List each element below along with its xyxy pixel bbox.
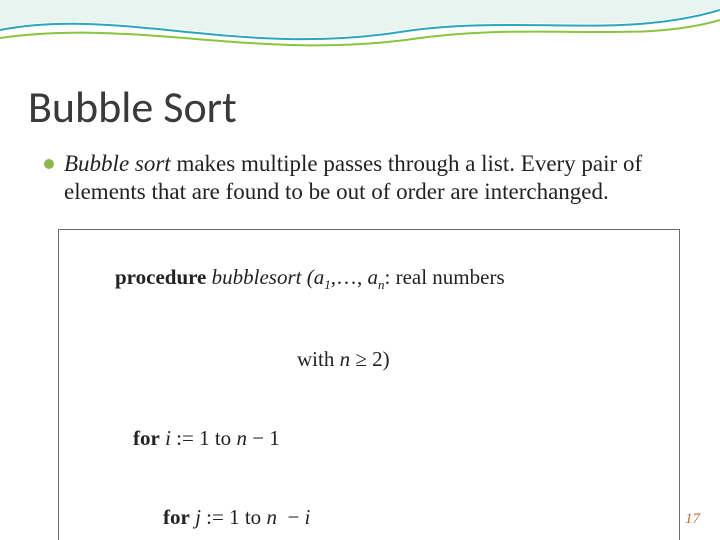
algo-line-1: procedure bubblesort (a1,…, an: real num… bbox=[73, 238, 665, 320]
f2-n: n bbox=[266, 505, 277, 529]
algo-name: bubblesort ( bbox=[206, 265, 313, 289]
arg-an: a bbox=[367, 265, 378, 289]
kw-for-2: for bbox=[163, 505, 190, 529]
slide-body: Bubble sort makes multiple passes throug… bbox=[44, 150, 680, 540]
f1b: := 1 to bbox=[171, 426, 237, 450]
algo-line-4: for j := 1 to n − i bbox=[73, 478, 665, 540]
l2-pre: with bbox=[297, 347, 340, 371]
bullet-text: Bubble sort makes multiple passes throug… bbox=[64, 150, 680, 205]
bullet-item: Bubble sort makes multiple passes throug… bbox=[44, 150, 680, 205]
l2-n: n bbox=[340, 347, 351, 371]
kw-procedure: procedure bbox=[115, 265, 206, 289]
f2b: := 1 to bbox=[201, 505, 267, 529]
arg-a1: a bbox=[314, 265, 325, 289]
f1-n: n bbox=[236, 426, 247, 450]
slide: Bubble Sort Bubble sort makes multiple p… bbox=[0, 0, 720, 540]
algo-line-2: with n ≥ 2) bbox=[73, 320, 665, 399]
f2c: − bbox=[277, 505, 305, 529]
args-mid: ,…, bbox=[331, 265, 368, 289]
slide-title: Bubble Sort bbox=[28, 80, 237, 134]
wave-decor bbox=[0, 0, 720, 70]
page-number: 17 bbox=[685, 511, 700, 528]
f1c: − 1 bbox=[247, 426, 280, 450]
kw-for-1: for bbox=[133, 426, 160, 450]
args-tail: : real numbers bbox=[385, 265, 505, 289]
f2-i: i bbox=[305, 505, 311, 529]
algo-line-3: for i := 1 to n − 1 bbox=[73, 399, 665, 478]
algorithm-box: procedure bubblesort (a1,…, an: real num… bbox=[58, 229, 680, 540]
bullet-dot-icon bbox=[44, 159, 54, 169]
l2-rest: ≥ 2) bbox=[350, 347, 390, 371]
term: Bubble sort bbox=[64, 151, 171, 176]
